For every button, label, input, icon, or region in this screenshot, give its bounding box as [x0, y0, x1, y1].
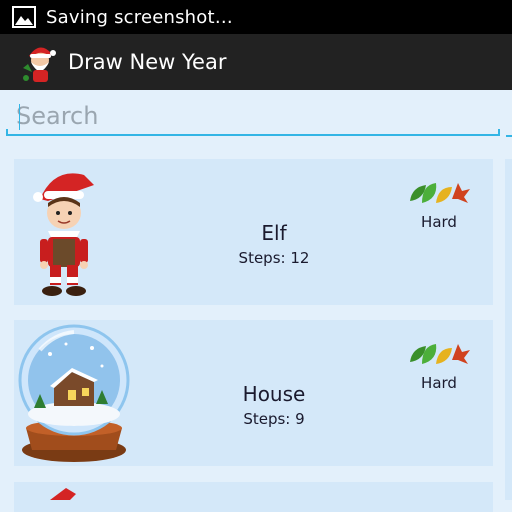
- status-bar: Saving screenshot…: [0, 0, 512, 34]
- item-title: House: [242, 382, 306, 406]
- item-steps: Steps: 12: [238, 249, 310, 267]
- list-item-house[interactable]: House Steps: 9 Hard: [14, 320, 493, 466]
- difficulty-label: Hard: [421, 213, 457, 231]
- status-text: Saving screenshot…: [46, 6, 233, 28]
- elf-image: [33, 173, 94, 296]
- image-icon: [12, 6, 36, 28]
- leaves-icon: [410, 344, 470, 364]
- item-title: Elf: [261, 221, 287, 245]
- list-item-elf[interactable]: Elf Steps: 12 Hard: [14, 159, 493, 305]
- leaves-icon: [410, 183, 470, 203]
- partial-item-image: [50, 488, 76, 500]
- search-underline-edge: [506, 135, 512, 137]
- list-item-partial[interactable]: [14, 482, 493, 512]
- search-container: [6, 96, 502, 140]
- search-underline: [6, 129, 500, 136]
- santa-app-icon[interactable]: [20, 40, 60, 84]
- item-steps: Steps: 9: [243, 410, 305, 428]
- search-input[interactable]: [6, 96, 500, 136]
- app-title: Draw New Year: [68, 50, 227, 74]
- text-cursor: [19, 104, 20, 130]
- difficulty-label: Hard: [421, 374, 457, 392]
- next-column-edge: [505, 159, 512, 500]
- action-bar: Draw New Year: [0, 34, 512, 90]
- snow-globe-house-image: [18, 324, 130, 462]
